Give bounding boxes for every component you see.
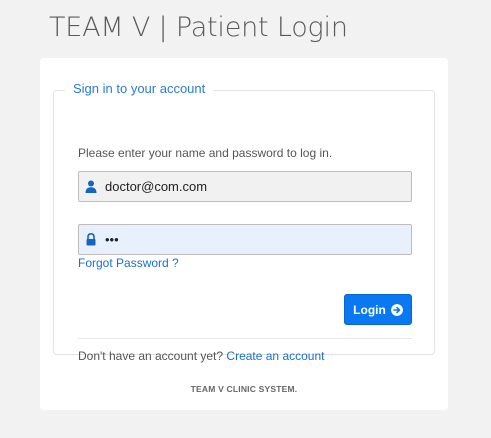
login-button-label: Login <box>353 302 386 317</box>
arrow-circle-right-icon <box>390 303 403 316</box>
login-button[interactable]: Login <box>344 294 412 325</box>
login-instructions: Please enter your name and password to l… <box>78 146 333 160</box>
signup-row: Don't have an account yet? Create an acc… <box>78 349 324 363</box>
username-input[interactable] <box>105 172 405 201</box>
create-account-link[interactable]: Create an account <box>226 349 324 363</box>
login-fieldset: Sign in to your account Please enter you… <box>53 81 435 363</box>
user-icon <box>85 180 97 193</box>
password-field-group <box>78 224 412 255</box>
signup-prompt: Don't have an account yet? <box>78 349 224 363</box>
footer-text: TEAM V CLINIC SYSTEM. <box>190 384 298 394</box>
lock-icon <box>86 233 96 246</box>
login-card: Sign in to your account Please enter you… <box>40 58 448 410</box>
divider <box>78 338 412 339</box>
page-title: TEAM V | Patient Login <box>49 12 348 43</box>
forgot-password-link[interactable]: Forgot Password ? <box>78 256 179 270</box>
fieldset-legend: Sign in to your account <box>65 81 214 96</box>
username-field-group <box>78 171 412 202</box>
password-input[interactable] <box>105 225 405 254</box>
